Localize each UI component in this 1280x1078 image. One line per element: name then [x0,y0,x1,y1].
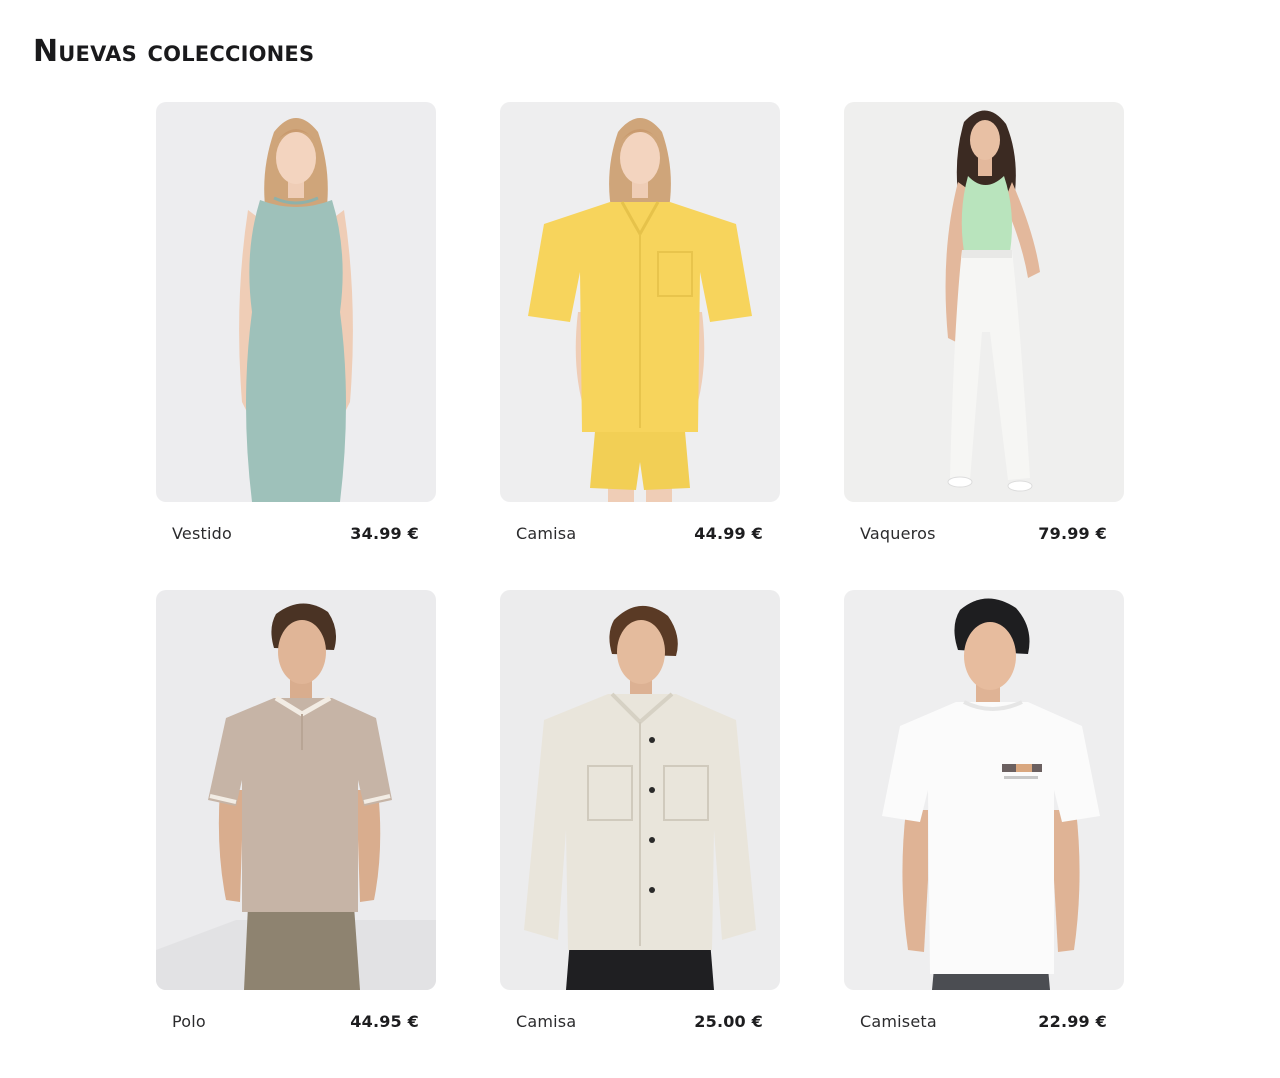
man-overshirt-photo [500,590,780,990]
product-grid: Vestido 34.99 € Camisa 44.99 € Vaqueros … [156,102,1124,1031]
product-info: Camisa 44.99 € [500,502,780,574]
product-info: Polo 44.95 € [156,990,436,1062]
product-name[interactable]: Camisa [516,524,576,543]
product-name[interactable]: Camiseta [860,1012,937,1031]
woman-white-jeans-photo [844,102,1124,502]
product-image[interactable] [844,590,1124,990]
product-image[interactable] [156,102,436,502]
product-price: 44.95 € [350,1012,419,1031]
product-card[interactable]: Vestido 34.99 € [156,102,436,543]
product-card[interactable]: Camiseta 22.99 € [844,590,1124,1031]
product-price: 22.99 € [1038,1012,1107,1031]
man-tshirt-photo [844,590,1124,990]
product-card[interactable]: Camisa 25.00 € [500,590,780,1031]
woman-sleeveless-dress-photo [156,102,436,502]
product-name[interactable]: Camisa [516,1012,576,1031]
product-price: 25.00 € [694,1012,763,1031]
page-title: Nuevas colecciones [33,34,315,69]
product-price: 34.99 € [350,524,419,543]
product-card[interactable]: Polo 44.95 € [156,590,436,1031]
product-info: Camisa 25.00 € [500,990,780,1062]
product-card[interactable]: Camisa 44.99 € [500,102,780,543]
product-image[interactable] [844,102,1124,502]
product-name[interactable]: Vestido [172,524,232,543]
product-image[interactable] [500,590,780,990]
product-name[interactable]: Vaqueros [860,524,936,543]
man-polo-shirt-photo [156,590,436,990]
woman-shirt-and-shorts-photo [500,102,780,502]
product-image[interactable] [500,102,780,502]
product-info: Vestido 34.99 € [156,502,436,574]
product-price: 44.99 € [694,524,763,543]
product-image[interactable] [156,590,436,990]
product-price: 79.99 € [1038,524,1107,543]
product-card[interactable]: Vaqueros 79.99 € [844,102,1124,543]
product-name[interactable]: Polo [172,1012,206,1031]
product-info: Vaqueros 79.99 € [844,502,1124,574]
product-info: Camiseta 22.99 € [844,990,1124,1062]
